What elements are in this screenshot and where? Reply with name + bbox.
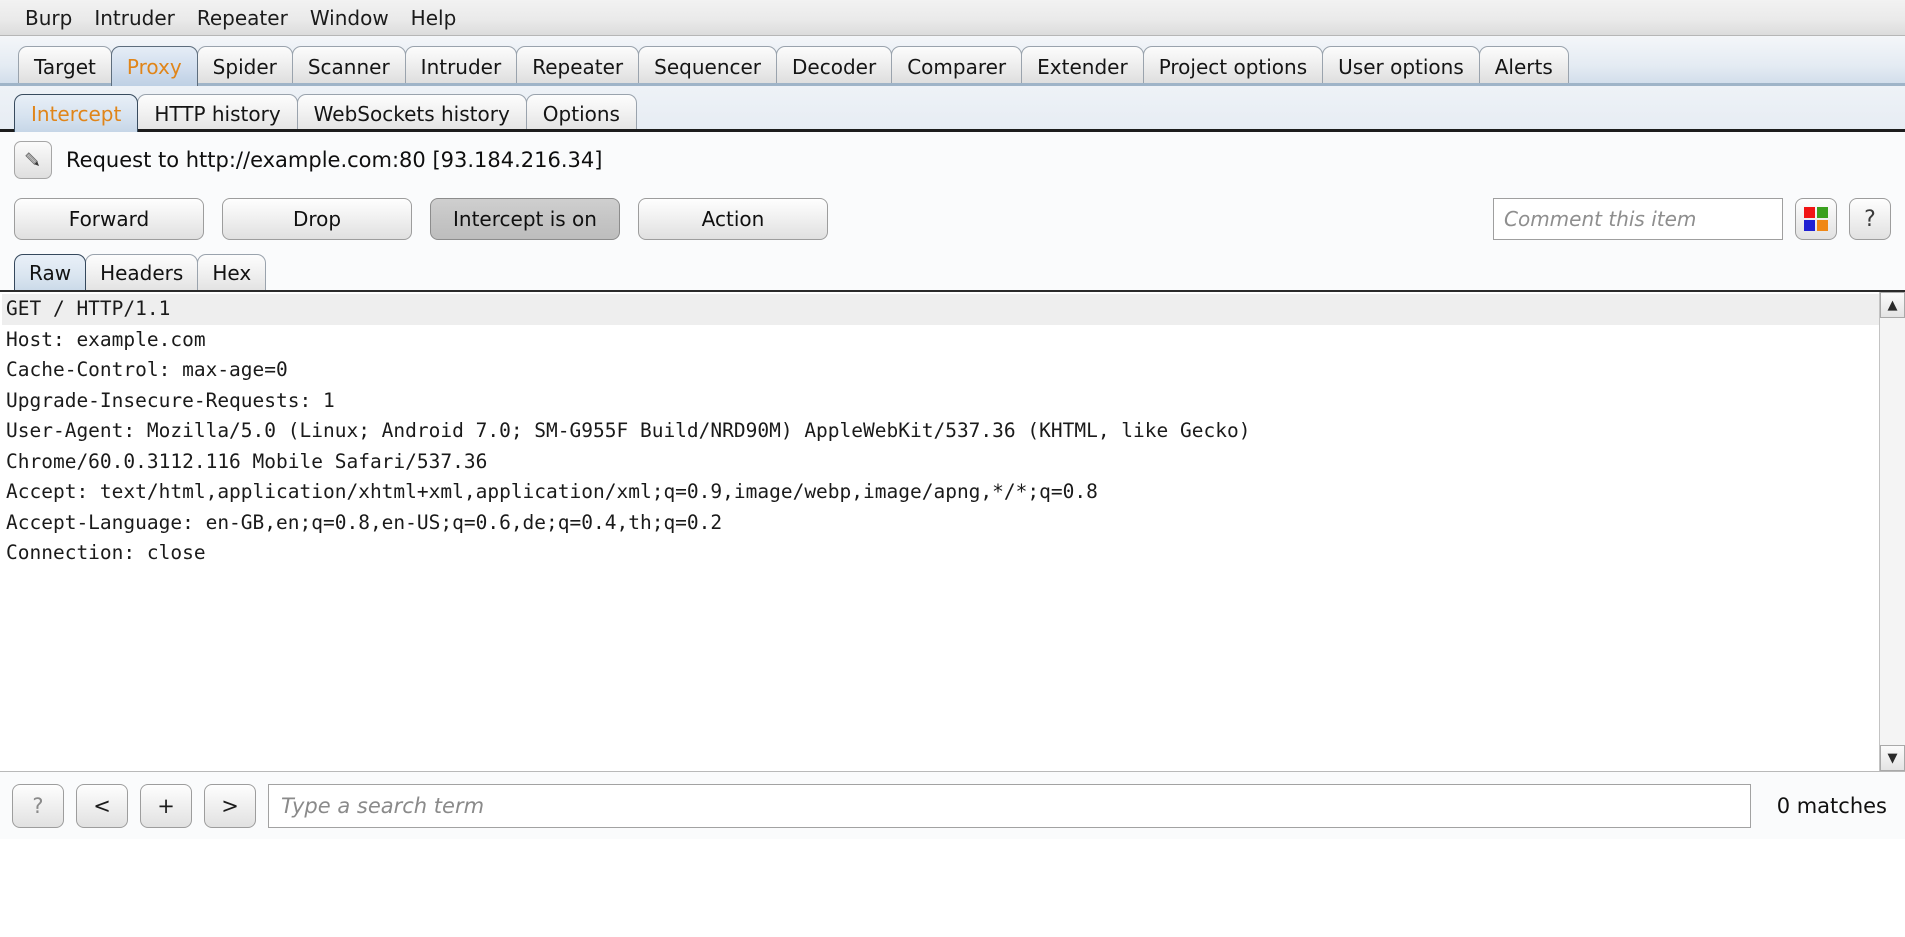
message-view-tab-strip: Raw Headers Hex [0,250,1905,290]
editor-vertical-scrollbar[interactable]: ▲ ▼ [1879,292,1905,771]
viewtab-headers[interactable]: Headers [85,254,198,290]
menu-item-intruder[interactable]: Intruder [83,4,186,32]
tab-alerts[interactable]: Alerts [1479,46,1569,86]
menu-item-window[interactable]: Window [299,4,400,32]
search-help-icon[interactable]: ? [12,784,64,828]
request-line: GET / HTTP/1.1 [2,294,1879,325]
forward-button[interactable]: Forward [14,198,204,240]
search-bar: ? < + > 0 matches [0,772,1905,839]
scroll-up-arrow-icon[interactable]: ▲ [1880,292,1905,318]
request-line: Upgrade-Insecure-Requests: 1 [2,386,1879,417]
main-tab-strip: Target Proxy Spider Scanner Intruder Rep… [0,36,1905,86]
subtab-options[interactable]: Options [526,94,637,132]
comment-controls: ? [1493,198,1891,240]
menu-item-help[interactable]: Help [400,4,468,32]
swatch-blue [1804,220,1815,231]
request-line: Accept-Language: en-GB,en;q=0.8,en-US;q=… [2,508,1879,539]
pencil-icon[interactable] [14,141,52,179]
viewtab-raw[interactable]: Raw [14,254,86,290]
tab-sequencer[interactable]: Sequencer [638,46,777,86]
viewtab-hex[interactable]: Hex [197,254,266,290]
action-button[interactable]: Action [638,198,828,240]
subtab-websockets-history[interactable]: WebSockets history [297,94,527,132]
drop-button[interactable]: Drop [222,198,412,240]
request-line: Chrome/60.0.3112.116 Mobile Safari/537.3… [2,447,1879,478]
request-editor: GET / HTTP/1.1 Host: example.com Cache-C… [0,290,1905,772]
request-line: Cache-Control: max-age=0 [2,355,1879,386]
proxy-sub-tab-strip: Intercept HTTP history WebSockets histor… [0,86,1905,132]
request-text-area[interactable]: GET / HTTP/1.1 Host: example.com Cache-C… [0,292,1879,771]
search-add-button[interactable]: + [140,784,192,828]
tab-decoder[interactable]: Decoder [776,46,892,86]
tab-scanner[interactable]: Scanner [292,46,406,86]
search-prev-button[interactable]: < [76,784,128,828]
menu-item-repeater[interactable]: Repeater [186,4,299,32]
tab-proxy[interactable]: Proxy [111,46,198,86]
tab-comparer[interactable]: Comparer [891,46,1022,86]
request-line: Connection: close [2,538,1879,569]
menu-item-burp[interactable]: Burp [14,4,83,32]
swatch-green [1817,207,1828,218]
intercept-panel: Request to http://example.com:80 [93.184… [0,132,1905,839]
tab-user-options[interactable]: User options [1322,46,1480,86]
tab-project-options[interactable]: Project options [1143,46,1323,86]
menu-bar: Burp Intruder Repeater Window Help [0,0,1905,36]
comment-input[interactable] [1493,198,1783,240]
subtab-http-history[interactable]: HTTP history [137,94,297,132]
color-swatch-icon[interactable] [1795,198,1837,240]
intercept-action-bar: Forward Drop Intercept is on Action ? [0,188,1905,250]
intercept-toggle-button[interactable]: Intercept is on [430,198,620,240]
swatch-orange [1817,220,1828,231]
search-match-count: 0 matches [1763,794,1895,818]
tab-spider[interactable]: Spider [197,46,293,86]
tab-intruder[interactable]: Intruder [405,46,518,86]
subtab-intercept[interactable]: Intercept [14,94,138,132]
request-line: Accept: text/html,application/xhtml+xml,… [2,477,1879,508]
scrollbar-track[interactable] [1880,318,1905,745]
request-line: Host: example.com [2,325,1879,356]
tab-target[interactable]: Target [18,46,112,86]
swatch-red [1804,207,1815,218]
help-icon[interactable]: ? [1849,198,1891,240]
search-input[interactable] [268,784,1751,828]
request-title-row: Request to http://example.com:80 [93.184… [0,132,1905,188]
scroll-down-arrow-icon[interactable]: ▼ [1880,745,1905,771]
tab-extender[interactable]: Extender [1021,46,1144,86]
tab-repeater[interactable]: Repeater [516,46,639,86]
request-title-text: Request to http://example.com:80 [93.184… [66,148,602,172]
request-line: User-Agent: Mozilla/5.0 (Linux; Android … [2,416,1879,447]
search-next-button[interactable]: > [204,784,256,828]
